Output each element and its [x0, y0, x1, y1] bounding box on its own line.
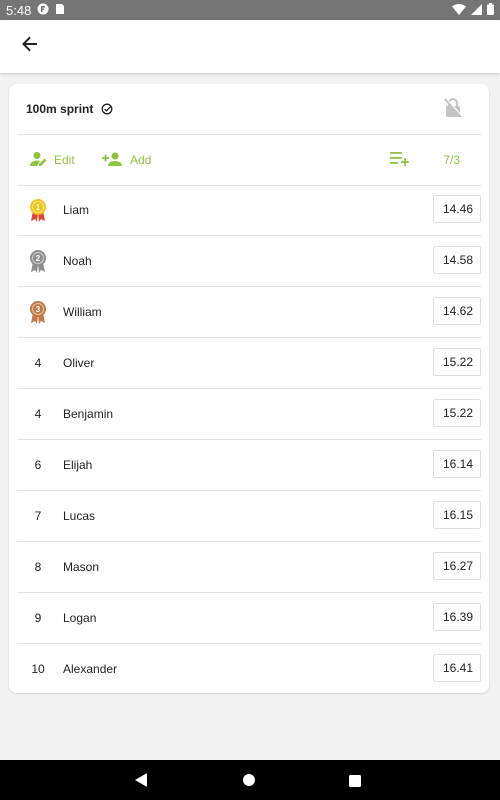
rank-number: 8 [34, 560, 42, 574]
result-row[interactable]: 9 Logan 16.39 [17, 593, 481, 644]
athlete-name: Alexander [63, 662, 118, 676]
athlete-name: Logan [63, 611, 97, 625]
time-field[interactable]: 14.62 [433, 297, 481, 325]
nav-back-icon [134, 772, 148, 793]
result-row[interactable]: 4 Oliver 15.22 [17, 338, 481, 389]
time-field[interactable]: 15.22 [433, 399, 481, 427]
add-button[interactable]: Add [102, 152, 151, 169]
result-row[interactable]: 1 Liam 14.46 [17, 185, 481, 236]
result-count: 7/3 [443, 153, 460, 167]
athlete-name: Noah [63, 254, 92, 268]
nav-recents-icon [349, 774, 361, 792]
playlist-add-icon [390, 151, 410, 169]
cellular-signal-icon [471, 3, 482, 18]
nav-home-icon [242, 773, 256, 792]
athlete-name: Mason [63, 560, 100, 574]
back-button[interactable] [10, 27, 50, 67]
add-label: Add [130, 153, 152, 167]
event-toolbar: Edit Add 7/3 [9, 135, 489, 185]
medal-rank: 2 [36, 254, 41, 263]
nav-back-button[interactable] [134, 772, 148, 793]
status-bar: 5:48 [0, 0, 500, 20]
rank-number: 10 [31, 662, 45, 676]
lock-off-icon[interactable] [443, 97, 463, 119]
result-row[interactable]: 3 William 14.62 [17, 287, 481, 338]
edit-button[interactable]: Edit [30, 151, 75, 170]
result-row[interactable]: 4 Benjamin 15.22 [17, 389, 481, 440]
add-to-list-button[interactable] [390, 151, 410, 169]
notification-icon [37, 3, 49, 18]
rank-number: 6 [34, 458, 42, 472]
time-field[interactable]: 16.15 [433, 501, 481, 529]
nav-home-button[interactable] [242, 773, 256, 792]
medal-rank: 1 [36, 203, 41, 212]
time-field[interactable]: 16.39 [433, 603, 481, 631]
athlete-name: William [63, 305, 102, 319]
rank-number: 4 [34, 407, 42, 421]
athlete-name: Oliver [63, 356, 95, 370]
time-field[interactable]: 16.27 [433, 552, 481, 580]
add-person-icon [102, 152, 124, 169]
edit-label: Edit [54, 153, 75, 167]
result-row[interactable]: 7 Lucas 16.15 [17, 491, 481, 542]
silver-medal-icon: 2 [27, 249, 49, 278]
gold-medal-icon: 1 [27, 198, 49, 227]
result-row[interactable]: 10 Alexander 16.41 [17, 644, 481, 694]
time-field[interactable]: 16.14 [433, 450, 481, 478]
rank-number: 4 [34, 356, 42, 370]
athlete-name: Liam [63, 203, 90, 217]
results-list: 1 Liam 14.46 2 Noah 14.58 3 William 14.62 4 Oliver… [17, 185, 481, 694]
event-title: 100m sprint [26, 102, 94, 116]
result-row[interactable]: 6 Elijah 16.14 [17, 440, 481, 491]
athlete-name: Benjamin [63, 407, 114, 421]
medal-rank: 3 [36, 305, 41, 314]
result-row[interactable]: 2 Noah 14.58 [17, 236, 481, 287]
result-row[interactable]: 8 Mason 16.27 [17, 542, 481, 593]
time-field[interactable]: 14.58 [433, 246, 481, 274]
rank-number: 7 [34, 509, 42, 523]
edit-person-icon [30, 151, 48, 170]
check-circle-icon [101, 103, 113, 115]
battery-icon [487, 2, 494, 18]
event-header: 100m sprint [9, 84, 489, 134]
athlete-name: Elijah [63, 458, 93, 472]
athlete-name: Lucas [63, 509, 96, 523]
nav-recents-button[interactable] [349, 774, 361, 792]
rank-number: 9 [34, 611, 42, 625]
time-field[interactable]: 16.41 [433, 654, 481, 682]
arrow-back-icon [22, 36, 38, 57]
app-bar [0, 20, 500, 73]
system-nav-bar [0, 760, 500, 800]
bronze-medal-icon: 3 [27, 300, 49, 329]
wifi-icon [452, 3, 466, 18]
time-field[interactable]: 14.46 [433, 195, 481, 223]
time-field[interactable]: 15.22 [433, 348, 481, 376]
event-card: 100m sprint Edit Add 7/3 1 Liam 14.46 2 … [9, 84, 489, 693]
sim-card-icon [55, 3, 65, 18]
status-time: 5:48 [6, 2, 32, 18]
